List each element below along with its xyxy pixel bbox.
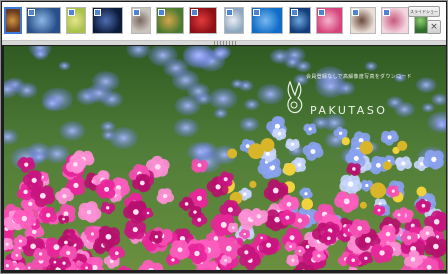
- thumbnail-badge-icon: [383, 9, 390, 16]
- blue-bokeh: [364, 61, 378, 71]
- thumbnail-badge-icon: [191, 9, 198, 16]
- thumbnail-list: [4, 7, 428, 35]
- thumbnail-badge-icon: [318, 9, 325, 16]
- blue-flower: [423, 149, 444, 170]
- blue-bokeh: [32, 48, 49, 61]
- thumbnail-blue-wave[interactable]: [289, 7, 311, 34]
- yellow-flower: [370, 182, 386, 199]
- blue-bokeh: [174, 95, 201, 116]
- thumbnail-badge-icon: [158, 9, 165, 16]
- yellow-flower: [382, 161, 392, 171]
- thumbnail-portrait[interactable]: [131, 7, 151, 34]
- blue-bokeh: [16, 82, 38, 99]
- yellow-flower: [301, 198, 314, 210]
- blue-bokeh: [108, 127, 139, 149]
- blue-bokeh: [269, 48, 290, 64]
- thumbnail-woman[interactable]: [350, 7, 376, 34]
- yellow-flower: [359, 201, 367, 209]
- strip-resize-handle[interactable]: [2, 41, 446, 45]
- thumbnail-badge-icon: [352, 9, 359, 16]
- thumbnail-badge-icon: [68, 9, 75, 16]
- blue-bokeh: [187, 142, 214, 162]
- thumbnail-badge-icon: [133, 9, 140, 16]
- yellow-flower: [227, 148, 238, 159]
- thumbnail-strip: スライドショー ×: [2, 2, 446, 41]
- yellow-flower: [416, 186, 427, 197]
- slideshow-button[interactable]: スライドショー: [408, 6, 440, 17]
- blue-bokeh: [231, 79, 244, 89]
- watermark-tagline: 会員登録なしで高解像度写真をダウンロード: [306, 74, 412, 80]
- blue-bokeh: [239, 116, 260, 132]
- watermark: 会員登録なしで高解像度写真をダウンロード PAKUTASO: [280, 74, 420, 144]
- thumbnail-yellow-green[interactable]: [66, 7, 86, 34]
- rabbit-logo-icon: [287, 80, 303, 114]
- yellow-flower: [249, 180, 257, 188]
- blue-bokeh: [295, 60, 312, 73]
- thumbnail-badge-icon: [28, 9, 35, 16]
- pink-flower: [85, 228, 100, 240]
- blue-bokeh: [91, 71, 120, 92]
- blue-bokeh: [58, 61, 71, 71]
- blue-bokeh: [59, 121, 86, 141]
- blue-bokeh: [208, 87, 238, 110]
- thumbnail-badge-icon: [253, 9, 260, 16]
- blue-bokeh: [213, 107, 228, 119]
- watermark-brand: PAKUTASO: [310, 104, 388, 117]
- blue-bokeh: [44, 144, 70, 164]
- thumbnail-badge-icon: [94, 9, 101, 16]
- pink-flower: [10, 249, 23, 261]
- image-viewer-window: スライドショー × 会員登録なしで高解像度写真をダウンロード PAKUTASO: [0, 0, 448, 274]
- close-button[interactable]: ×: [427, 20, 441, 34]
- blue-bokeh: [421, 102, 435, 113]
- thumbnail-pink-rose[interactable]: [316, 7, 343, 34]
- thumbnail-blue-petals[interactable]: [26, 7, 61, 34]
- thumbnail-badge-icon: [291, 9, 298, 16]
- blue-bokeh: [173, 118, 199, 138]
- thumbnail-blue-sky[interactable]: [251, 7, 283, 34]
- yellow-flower: [248, 143, 264, 160]
- pink-flower: [191, 158, 209, 173]
- yellow-flower: [283, 163, 296, 176]
- blue-bokeh: [163, 58, 189, 78]
- photo-viewport[interactable]: 会員登録なしで高解像度写真をダウンロード PAKUTASO: [4, 46, 446, 270]
- blue-bokeh: [42, 95, 63, 111]
- thumbnail-red-rose[interactable]: [189, 7, 217, 34]
- thumbnail-bottle[interactable]: [224, 7, 244, 34]
- grip-icon: [214, 41, 236, 45]
- thumbnail-dark-blue-flower[interactable]: [92, 7, 123, 34]
- thumbnail-pink-flower[interactable]: [381, 7, 409, 34]
- thumbnail-flower-macro[interactable]: [4, 7, 22, 34]
- blue-bokeh: [243, 98, 260, 111]
- thumbnail-garden[interactable]: [156, 7, 184, 34]
- thumbnail-badge-icon: [226, 9, 233, 16]
